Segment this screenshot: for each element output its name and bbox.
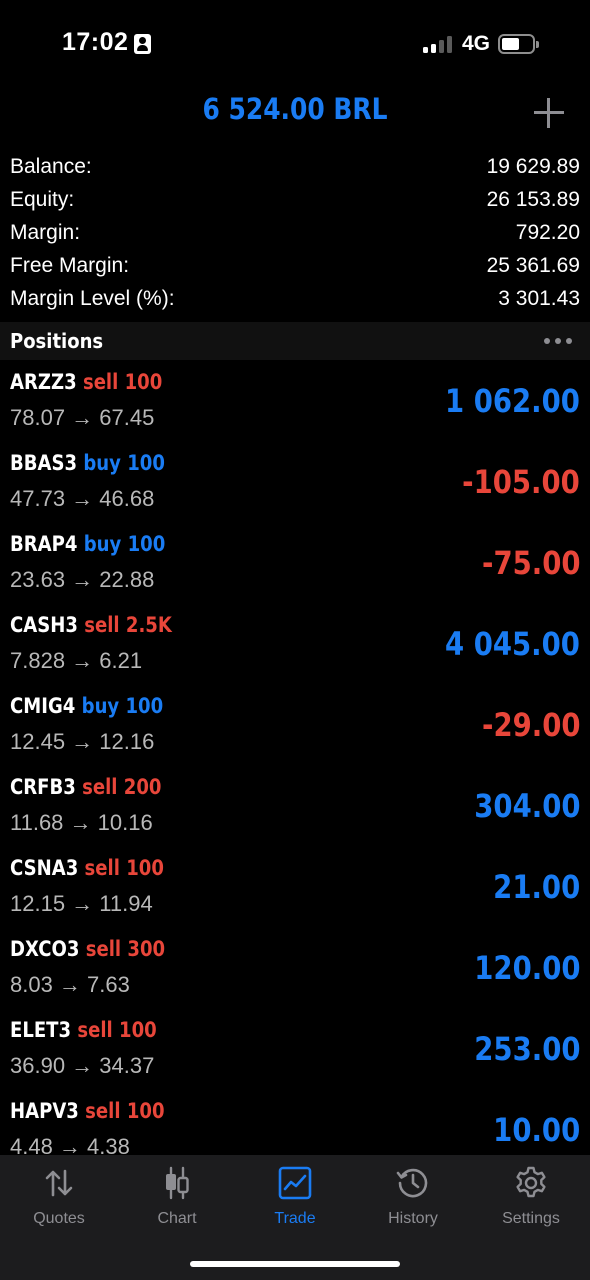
gear-icon — [516, 1166, 546, 1198]
more-options-icon[interactable] — [544, 338, 572, 344]
position-side: sell 100 — [85, 1099, 165, 1123]
position-profit: 304.00 — [473, 787, 580, 825]
position-side: sell 100 — [77, 1018, 157, 1042]
position-prices: 7.828 → 6.21 — [10, 648, 143, 673]
summary-label: Free Margin: — [10, 253, 130, 277]
position-row[interactable]: DXCO3 sell 300 8.03 → 7.63 120.00 — [0, 927, 590, 1008]
position-symbol: CASH3 — [10, 613, 78, 637]
position-side: sell 100 — [84, 856, 164, 880]
position-symbol: BRAP4 — [10, 532, 78, 556]
position-prices: 23.63 → 22.88 — [10, 567, 155, 592]
position-side: sell 2.5K — [84, 613, 172, 637]
position-prices: 11.68 → 10.16 — [10, 810, 153, 835]
candlestick-icon — [166, 1166, 189, 1200]
position-prices: 12.45 → 12.16 — [10, 729, 155, 754]
position-prices: 36.90 → 34.37 — [10, 1053, 155, 1078]
history-clock-icon — [396, 1168, 428, 1198]
position-profit: 120.00 — [473, 949, 580, 987]
tab-quotes[interactable]: Quotes — [0, 1165, 118, 1235]
positions-header: Positions — [0, 322, 590, 360]
position-row[interactable]: BRAP4 buy 100 23.63 → 22.88 -75.00 — [0, 522, 590, 603]
position-row[interactable]: CSNA3 sell 100 12.15 → 11.94 21.00 — [0, 846, 590, 927]
position-prices: 8.03 → 7.63 — [10, 972, 130, 997]
positions-list[interactable]: ARZZ3 sell 100 78.07 → 67.45 1 062.00 BB… — [0, 360, 590, 1155]
tab-label: History — [388, 1210, 438, 1227]
summary-value: 25 361.69 — [486, 253, 580, 277]
position-row[interactable]: ELET3 sell 100 36.90 → 34.37 253.00 — [0, 1008, 590, 1089]
summary-label: Balance: — [10, 154, 92, 178]
position-profit: -29.00 — [481, 706, 580, 744]
summary-label: Margin: — [10, 220, 81, 244]
position-row[interactable]: ARZZ3 sell 100 78.07 → 67.45 1 062.00 — [0, 360, 590, 441]
tab-chart[interactable]: Chart — [118, 1165, 236, 1235]
position-symbol: DXCO3 — [10, 937, 80, 961]
person-badge-icon — [134, 34, 151, 54]
position-symbol: ARZZ3 — [10, 370, 77, 394]
position-profit: 21.00 — [492, 868, 580, 906]
position-prices: 4.48 → 4.38 — [10, 1134, 130, 1155]
position-profit: 4 045.00 — [445, 625, 580, 663]
summary-value: 792.20 — [515, 220, 580, 244]
summary-value: 26 153.89 — [486, 187, 580, 211]
position-side: buy 100 — [81, 694, 164, 718]
trade-chart-icon — [278, 1166, 312, 1200]
position-symbol: HAPV3 — [10, 1099, 79, 1123]
position-prices: 47.73 → 46.68 — [10, 486, 155, 511]
position-side: sell 200 — [82, 775, 162, 799]
account-summary: Balance: 19 629.89 Equity: 26 153.89 Mar… — [0, 150, 590, 315]
position-row[interactable]: BBAS3 buy 100 47.73 → 46.68 -105.00 — [0, 441, 590, 522]
position-side: buy 100 — [83, 532, 166, 556]
position-row[interactable]: CASH3 sell 2.5K 7.828 → 6.21 4 045.00 — [0, 603, 590, 684]
summary-row-margin-level: Margin Level (%): 3 301.43 — [0, 282, 590, 315]
position-row[interactable]: CMIG4 buy 100 12.45 → 12.16 -29.00 — [0, 684, 590, 765]
tab-history[interactable]: History — [354, 1165, 472, 1235]
up-down-arrows-icon — [45, 1169, 73, 1197]
position-profit: -75.00 — [481, 544, 580, 582]
positions-title: Positions — [10, 329, 104, 353]
position-profit: 253.00 — [473, 1030, 580, 1068]
tab-label: Trade — [274, 1210, 316, 1227]
summary-label: Margin Level (%): — [10, 286, 175, 310]
position-profit: 10.00 — [492, 1111, 580, 1149]
summary-row-margin: Margin: 792.20 — [0, 216, 590, 249]
tab-trade[interactable]: Trade — [236, 1165, 354, 1235]
position-symbol: CSNA3 — [10, 856, 79, 880]
tab-label: Quotes — [33, 1210, 85, 1227]
position-symbol: CRFB3 — [10, 775, 76, 799]
network-type: 4G — [462, 32, 491, 55]
position-side: buy 100 — [83, 451, 165, 475]
position-symbol: BBAS3 — [10, 451, 78, 475]
position-symbol: CMIG4 — [10, 694, 76, 718]
position-side: sell 300 — [85, 937, 166, 961]
plus-icon[interactable] — [534, 98, 564, 128]
position-prices: 12.15 → 11.94 — [10, 891, 153, 916]
signal-strength-icon — [423, 35, 453, 53]
status-bar: 17:02 4G — [0, 0, 590, 88]
page-title: 6 524.00 BRL — [202, 92, 388, 126]
position-row[interactable]: CRFB3 sell 200 11.68 → 10.16 304.00 — [0, 765, 590, 846]
position-symbol: ELET3 — [10, 1018, 72, 1042]
summary-label: Equity: — [10, 187, 75, 211]
position-prices: 78.07 → 67.45 — [10, 405, 155, 430]
tab-settings[interactable]: Settings — [472, 1165, 590, 1235]
summary-row-equity: Equity: 26 153.89 — [0, 183, 590, 216]
summary-value: 3 301.43 — [498, 286, 580, 310]
summary-value: 19 629.89 — [486, 154, 580, 178]
tab-label: Settings — [502, 1210, 560, 1227]
summary-row-free-margin: Free Margin: 25 361.69 — [0, 249, 590, 282]
summary-row-balance: Balance: 19 629.89 — [0, 150, 590, 183]
position-side: sell 100 — [82, 370, 163, 394]
position-profit: -105.00 — [462, 463, 580, 501]
battery-icon — [498, 34, 539, 54]
home-indicator[interactable] — [190, 1261, 400, 1267]
position-profit: 1 062.00 — [445, 382, 580, 420]
tab-label: Chart — [157, 1210, 197, 1227]
status-time: 17:02 — [62, 28, 129, 56]
position-row[interactable]: HAPV3 sell 100 4.48 → 4.38 10.00 — [0, 1089, 590, 1155]
